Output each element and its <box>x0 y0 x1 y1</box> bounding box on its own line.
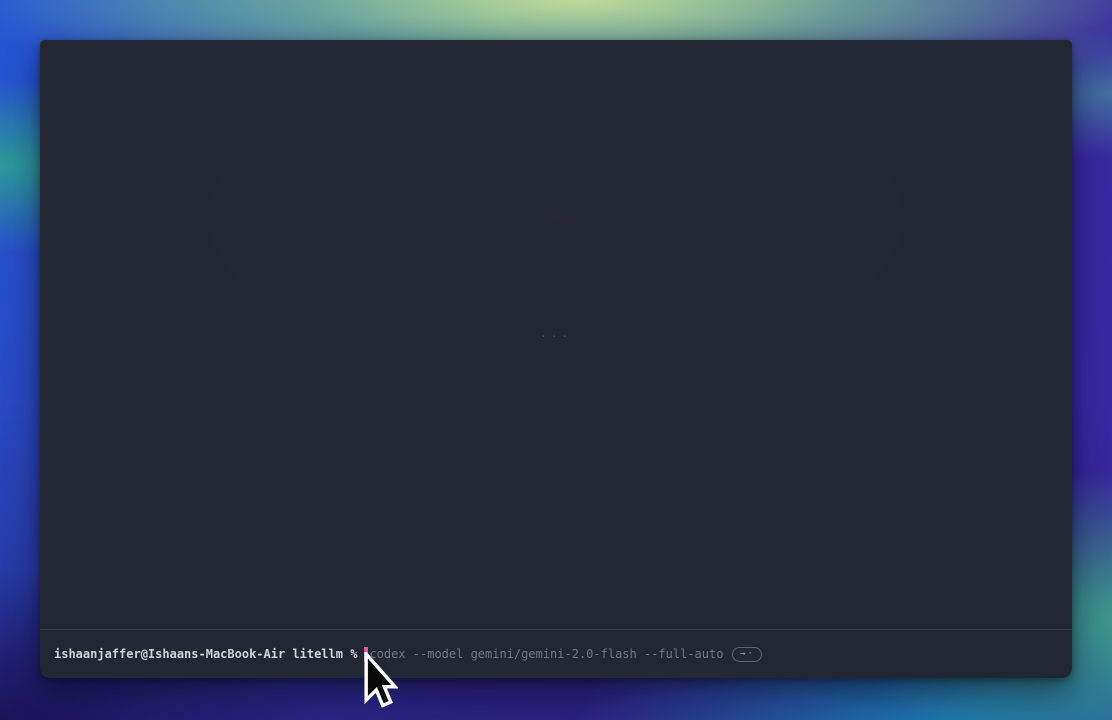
text-caret <box>364 647 368 662</box>
terminal-window[interactable]: ··· ishaanjaffer@Ishaans-MacBook-Air lit… <box>40 40 1072 678</box>
command-prompt-line[interactable]: ishaanjaffer@Ishaans-MacBook-Air litellm… <box>40 630 1072 678</box>
terminal-output-area: ··· <box>40 40 1072 630</box>
command-input-text[interactable]: codex --model gemini/gemini-2.0-flash --… <box>369 646 723 662</box>
shell-prompt: ishaanjaffer@Ishaans-MacBook-Air litellm… <box>54 646 357 662</box>
tab-hint-badge: →· <box>732 647 762 662</box>
loading-dots: ··· <box>540 330 572 343</box>
